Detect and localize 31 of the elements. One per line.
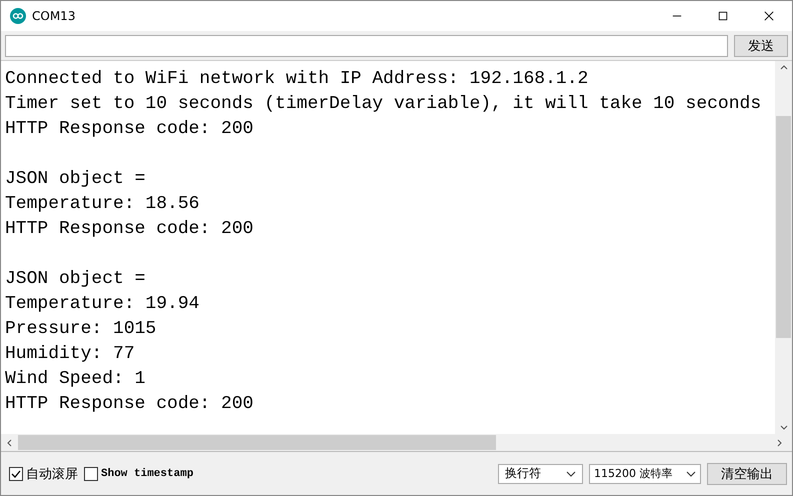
- output-line: JSON object =: [5, 268, 146, 291]
- horizontal-scrollbar[interactable]: [1, 434, 792, 451]
- line-ending-dropdown[interactable]: 换行符: [498, 464, 583, 484]
- autoscroll-label: 自动滚屏: [26, 466, 78, 482]
- timestamp-checkbox[interactable]: [84, 466, 98, 480]
- clear-output-button[interactable]: 清空输出: [707, 462, 787, 484]
- output-line: Temperature: 19.94: [5, 293, 200, 316]
- dropdown-caret-icon: [566, 470, 576, 476]
- output-line: JSON object =: [5, 168, 146, 191]
- output-line: Temperature: 18.56: [5, 193, 200, 216]
- down-caret-icon[interactable]: [780, 423, 788, 431]
- output-line: Wind Speed: 1: [5, 368, 146, 391]
- autoscroll-checkbox[interactable]: [9, 466, 23, 480]
- output-line: Pressure: 1015: [5, 318, 158, 341]
- dropdown-caret-icon: [686, 470, 696, 476]
- output-line: Connected to WiFi network with IP Address: 192.168.1.2: [5, 68, 590, 91]
- right-caret-icon[interactable]: [775, 438, 783, 446]
- left-caret-icon[interactable]: [6, 438, 14, 446]
- output-line: Humidity: 77: [5, 343, 136, 366]
- output-line: HTTP Response code: 200: [5, 393, 254, 416]
- window-title: COM13: [32, 9, 76, 23]
- output-line: HTTP Response code: 200: [5, 118, 254, 141]
- message-input-field[interactable]: [5, 35, 728, 57]
- vertical-scrollbar[interactable]: [775, 61, 792, 434]
- timestamp-label: Show timestamp: [101, 468, 194, 480]
- app-logo-icon: [10, 8, 26, 24]
- output-line: Timer set to 10 seconds (timerDelay variable), it will take 10 seconds: [5, 93, 762, 116]
- output-line: HTTP Response code: 200: [5, 218, 254, 241]
- up-caret-icon[interactable]: [780, 64, 788, 72]
- baud-rate-dropdown[interactable]: 115200 波特率: [589, 464, 701, 484]
- send-button[interactable]: 发送: [734, 35, 788, 57]
